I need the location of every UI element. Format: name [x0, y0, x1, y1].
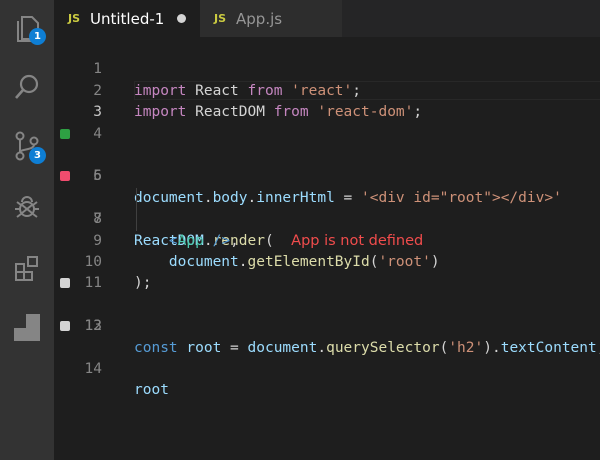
tab-label: Untitled-1: [90, 9, 165, 28]
activity-bar: 1 3: [0, 0, 54, 460]
coverage-marker-red: [60, 171, 70, 182]
tab-app-js[interactable]: JS App.js: [200, 0, 342, 37]
explorer-badge: 1: [29, 28, 46, 45]
bug-icon: [12, 192, 42, 222]
code-line-current: 3: [54, 80, 600, 120]
coverage-marker-green: [60, 128, 70, 139]
tab-untitled-1[interactable]: JS Untitled-1: [54, 0, 200, 37]
activity-debug[interactable]: [0, 185, 54, 229]
line-number: 14: [84, 361, 102, 377]
unsaved-dot-icon[interactable]: [177, 14, 186, 23]
tab-label: App.js: [236, 9, 283, 28]
search-icon: [12, 72, 42, 102]
code-line: 10 );: [54, 231, 600, 291]
code-editor[interactable]: 1 import React from 'react'; 2 import Re…: [54, 37, 600, 460]
editor-tab-bar: JS Untitled-1 JS App.js: [54, 0, 600, 37]
code-line: 8 <App />,: [54, 188, 600, 248]
code-line: 13: [54, 295, 600, 334]
code-text: root: [134, 382, 169, 399]
code-line: 5 document.body.innerHtml = '<div id="ro…: [54, 124, 600, 206]
extensions-icon: [12, 253, 42, 283]
activity-source-control[interactable]: 3: [0, 124, 54, 168]
js-file-icon: JS: [68, 12, 81, 25]
code-line: 9 document.getElementById('root'): [54, 209, 600, 270]
code-line: 6: [54, 145, 600, 184]
code-line: 12 const root = document.querySelector('…: [54, 273, 600, 356]
code-line: 4: [54, 102, 600, 142]
code-text: const root = document.querySelector('h2'…: [134, 339, 600, 356]
code-line: 2 import ReactDOM from 'react-dom';: [54, 59, 600, 120]
code-line: 7 ReactDOM.render( App is not defined: [54, 166, 600, 249]
activity-quokka[interactable]: [0, 305, 54, 349]
activity-search[interactable]: [0, 65, 54, 109]
activity-explorer[interactable]: 1: [0, 6, 54, 50]
code-line: 14 root: [54, 316, 600, 398]
code-line: 1 import React from 'react';: [54, 38, 600, 98]
source-control-badge: 3: [29, 147, 46, 164]
current-line-highlight: [134, 80, 600, 100]
activity-extensions[interactable]: [0, 246, 54, 290]
coverage-marker-gray: [60, 321, 70, 332]
coverage-marker-gray: [60, 278, 70, 289]
quokka-icon: [12, 312, 42, 342]
js-file-icon: JS: [214, 12, 227, 25]
code-line: 11: [54, 252, 600, 291]
